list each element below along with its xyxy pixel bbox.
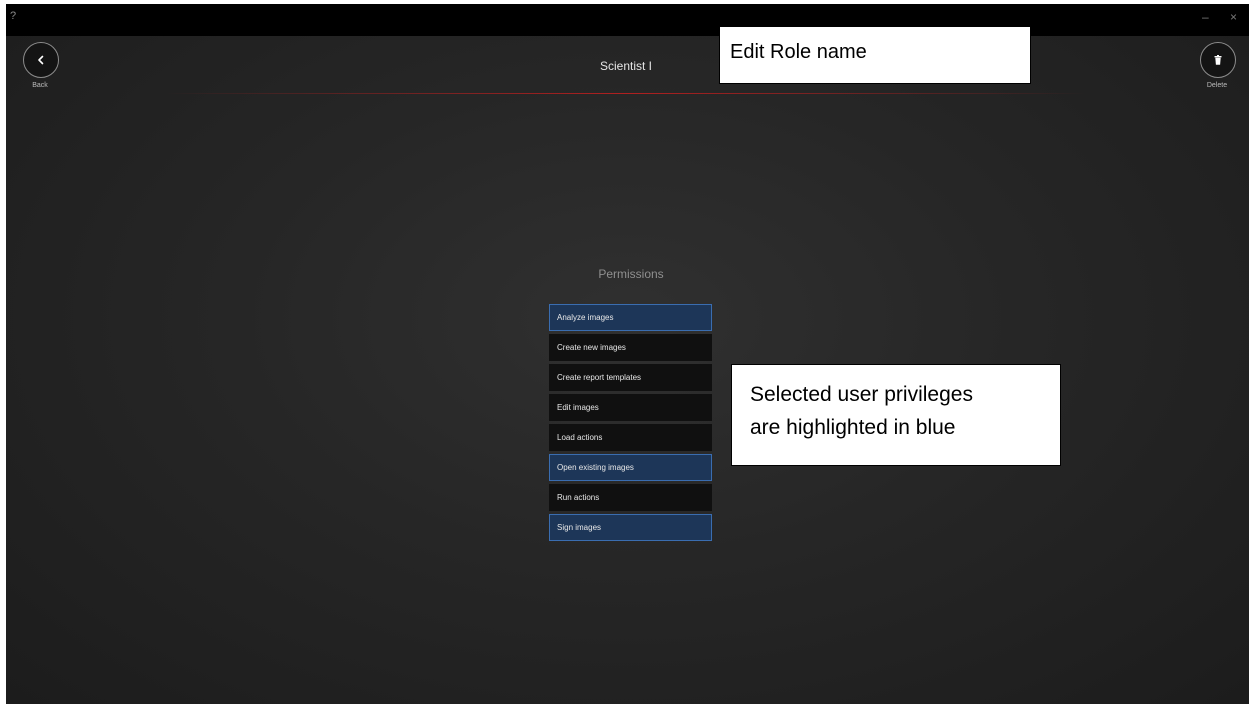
app-window: ? – × Back Scientist I Delete Permission… [6,4,1249,704]
permission-item-load-actions[interactable]: Load actions [549,424,712,451]
role-name-callout: Edit Role name [719,26,1031,84]
permission-item-analyze-images[interactable]: Analyze images [549,304,712,331]
permission-item-edit-images[interactable]: Edit images [549,394,712,421]
back-button[interactable] [23,42,59,78]
permission-item-sign-images[interactable]: Sign images [549,514,712,541]
permissions-heading: Permissions [598,267,664,281]
permission-item-open-existing-images[interactable]: Open existing images [549,454,712,481]
help-icon[interactable]: ? [10,10,16,22]
close-button[interactable]: × [1230,10,1237,24]
header-divider [166,93,1086,94]
permission-item-run-actions[interactable]: Run actions [549,484,712,511]
trash-icon [1214,55,1222,65]
permission-list: Analyze images Create new images Create … [549,304,712,544]
role-name-field[interactable]: Scientist I [526,59,726,73]
delete-button[interactable] [1200,42,1236,78]
back-label: Back [32,82,48,89]
chevron-left-icon [38,55,44,65]
privileges-callout: Selected user privileges are highlighted… [731,364,1061,466]
minimize-button[interactable]: – [1202,10,1209,24]
title-bar: ? – × [6,4,1249,36]
delete-label: Delete [1206,82,1228,89]
privileges-callout-line-1: Selected user privileges [750,383,973,406]
permission-item-create-new-images[interactable]: Create new images [549,334,712,361]
privileges-callout-line-2: are highlighted in blue [750,415,956,439]
permission-item-create-report-templates[interactable]: Create report templates [549,364,712,391]
